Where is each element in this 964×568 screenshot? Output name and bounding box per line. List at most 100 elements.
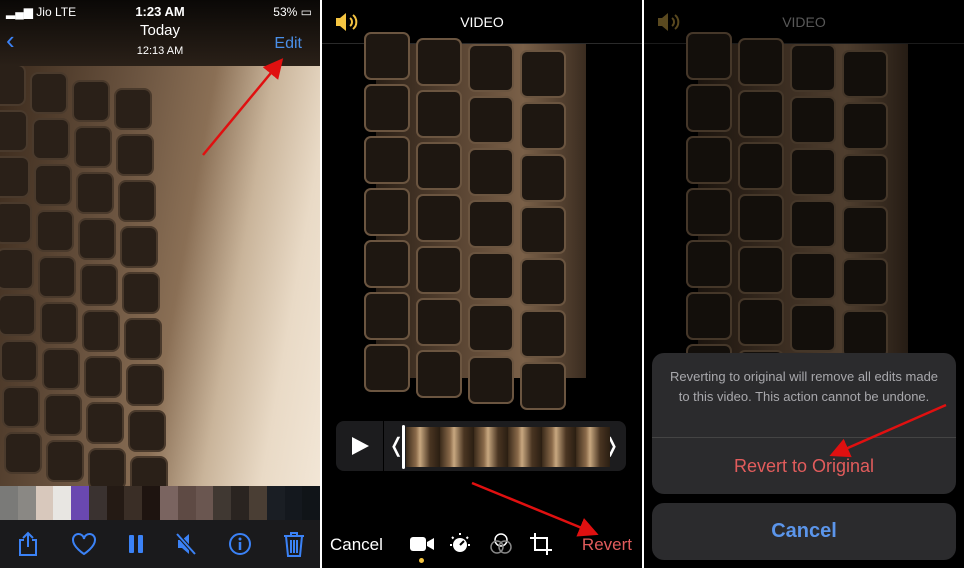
keyboard-key <box>76 128 110 166</box>
keyboard-key <box>470 306 512 350</box>
keyboard-key <box>124 274 158 312</box>
keyboard-key <box>130 412 164 450</box>
thumbnail[interactable] <box>195 486 214 520</box>
keyboard-key <box>366 138 408 182</box>
thumbnail[interactable] <box>248 486 267 520</box>
keyboard-key <box>40 258 74 296</box>
thumbnail[interactable] <box>142 486 161 520</box>
divider <box>383 421 384 471</box>
clock: 1:23 AM <box>135 4 185 19</box>
thumbnail[interactable] <box>266 486 285 520</box>
video-preview[interactable] <box>0 66 320 496</box>
thumbnail[interactable] <box>71 486 89 520</box>
keyboard-key <box>90 450 124 488</box>
keyboard-key <box>84 312 118 350</box>
pause-icon[interactable] <box>128 534 144 554</box>
photo-viewer-screen: ▂▄▆ Jio LTE 1:23 AM 53% ▭ ‹ Today 12:13 … <box>0 0 320 568</box>
thumbnail[interactable] <box>160 486 178 520</box>
thumbnail[interactable] <box>302 486 320 520</box>
share-icon[interactable] <box>16 531 40 557</box>
keyboard-key <box>120 182 154 220</box>
keyboard-key <box>0 112 26 150</box>
keyboard-key <box>0 158 28 196</box>
trash-icon[interactable] <box>283 531 305 557</box>
thumbnail[interactable] <box>35 486 54 520</box>
keyboard-key <box>0 66 24 104</box>
keyboard-key <box>470 46 512 90</box>
keyboard-key <box>86 358 120 396</box>
edit-toolbar: Cancel Revert <box>322 530 642 560</box>
nav-subtitle: 12:13 AM <box>136 45 184 57</box>
mute-icon[interactable] <box>175 532 197 556</box>
keyboard-key <box>32 74 66 112</box>
keyboard-key <box>0 296 34 334</box>
keyboard-key <box>470 150 512 194</box>
heart-icon[interactable] <box>71 532 97 556</box>
video-preview[interactable] <box>366 34 586 408</box>
keyboard-key <box>470 254 512 298</box>
action-sheet-message: Reverting to original will remove all ed… <box>669 369 939 404</box>
keyboard-key <box>522 104 564 148</box>
keyboard-key <box>128 366 162 404</box>
keyboard-key <box>470 202 512 246</box>
keyboard-key <box>522 156 564 200</box>
keyboard-key <box>2 342 36 380</box>
adjust-dial-icon[interactable] <box>448 532 472 556</box>
thumbnail-strip[interactable] <box>0 486 320 520</box>
keyboard-key <box>418 248 460 292</box>
thumbnail[interactable] <box>231 486 249 520</box>
play-icon[interactable] <box>350 436 370 456</box>
keyboard-key <box>34 120 68 158</box>
keyboard-key <box>38 212 72 250</box>
thumbnail[interactable] <box>88 486 107 520</box>
keyboard-key <box>470 98 512 142</box>
nav-title: Today <box>139 22 181 39</box>
keyboard-key <box>4 388 38 426</box>
info-icon[interactable] <box>228 532 252 556</box>
keyboard-key <box>366 190 408 234</box>
edit-button[interactable]: Edit <box>274 35 302 53</box>
divider <box>652 437 956 438</box>
cancel-button[interactable]: Cancel <box>652 503 956 560</box>
keyboard-key <box>74 82 108 120</box>
timeline-frames[interactable] <box>406 427 610 467</box>
thumbnail[interactable] <box>17 486 36 520</box>
playhead[interactable] <box>402 425 405 469</box>
keyboard-key <box>42 304 76 342</box>
thumbnail[interactable] <box>124 486 143 520</box>
keyboard-key <box>88 404 122 442</box>
battery-percent: 53% <box>273 5 298 19</box>
thumbnail[interactable] <box>53 486 72 520</box>
keyboard-key <box>46 396 80 434</box>
revert-button[interactable]: Revert <box>582 535 632 555</box>
keyboard-key <box>0 250 32 288</box>
keyboard-key <box>366 86 408 130</box>
keyboard-key <box>522 260 564 304</box>
crop-rotate-icon[interactable] <box>529 532 553 556</box>
thumbnail[interactable] <box>0 486 18 520</box>
keyboard-key <box>78 174 112 212</box>
keyboard-key <box>522 52 564 96</box>
revert-to-original-button[interactable]: Revert to Original <box>652 456 956 477</box>
keyboard-key <box>418 144 460 188</box>
cancel-button[interactable]: Cancel <box>330 535 383 555</box>
thumbnail[interactable] <box>213 486 232 520</box>
video-camera-icon[interactable] <box>409 535 435 553</box>
thumbnail[interactable] <box>106 486 125 520</box>
filters-icon[interactable] <box>489 532 513 556</box>
thumbnail[interactable] <box>177 486 196 520</box>
revert-confirmation-screen: VIDEO Reverting to original will remove … <box>644 0 964 568</box>
keyboard-key <box>122 228 156 266</box>
keyboard-key <box>418 196 460 240</box>
keyboard-key <box>470 358 512 402</box>
keyboard-key <box>118 136 152 174</box>
thumbnail[interactable] <box>284 486 303 520</box>
keyboard-key <box>6 434 40 472</box>
keyboard-key <box>80 220 114 258</box>
keyboard-key <box>36 166 70 204</box>
header-title: VIDEO <box>460 14 504 30</box>
keyboard-key <box>366 294 408 338</box>
keyboard-key <box>522 364 564 408</box>
keyboard-key <box>126 320 160 358</box>
action-sheet: Reverting to original will remove all ed… <box>652 353 956 494</box>
